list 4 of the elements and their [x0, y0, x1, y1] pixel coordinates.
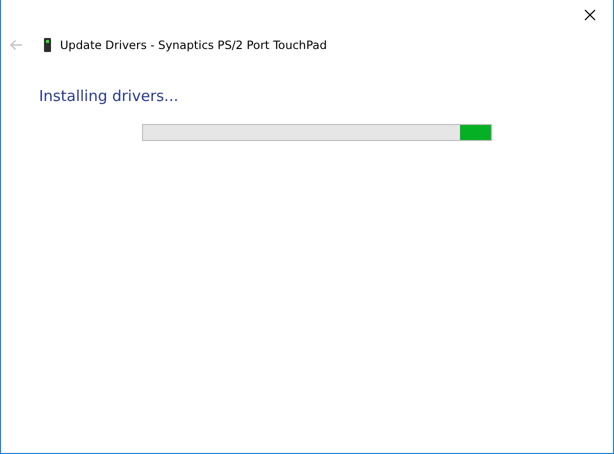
status-heading: Installing drivers...	[39, 86, 180, 106]
device-icon	[44, 38, 51, 52]
window-title: Update Drivers - Synaptics PS/2 Port TouchPad	[60, 38, 327, 52]
close-icon	[584, 8, 596, 20]
